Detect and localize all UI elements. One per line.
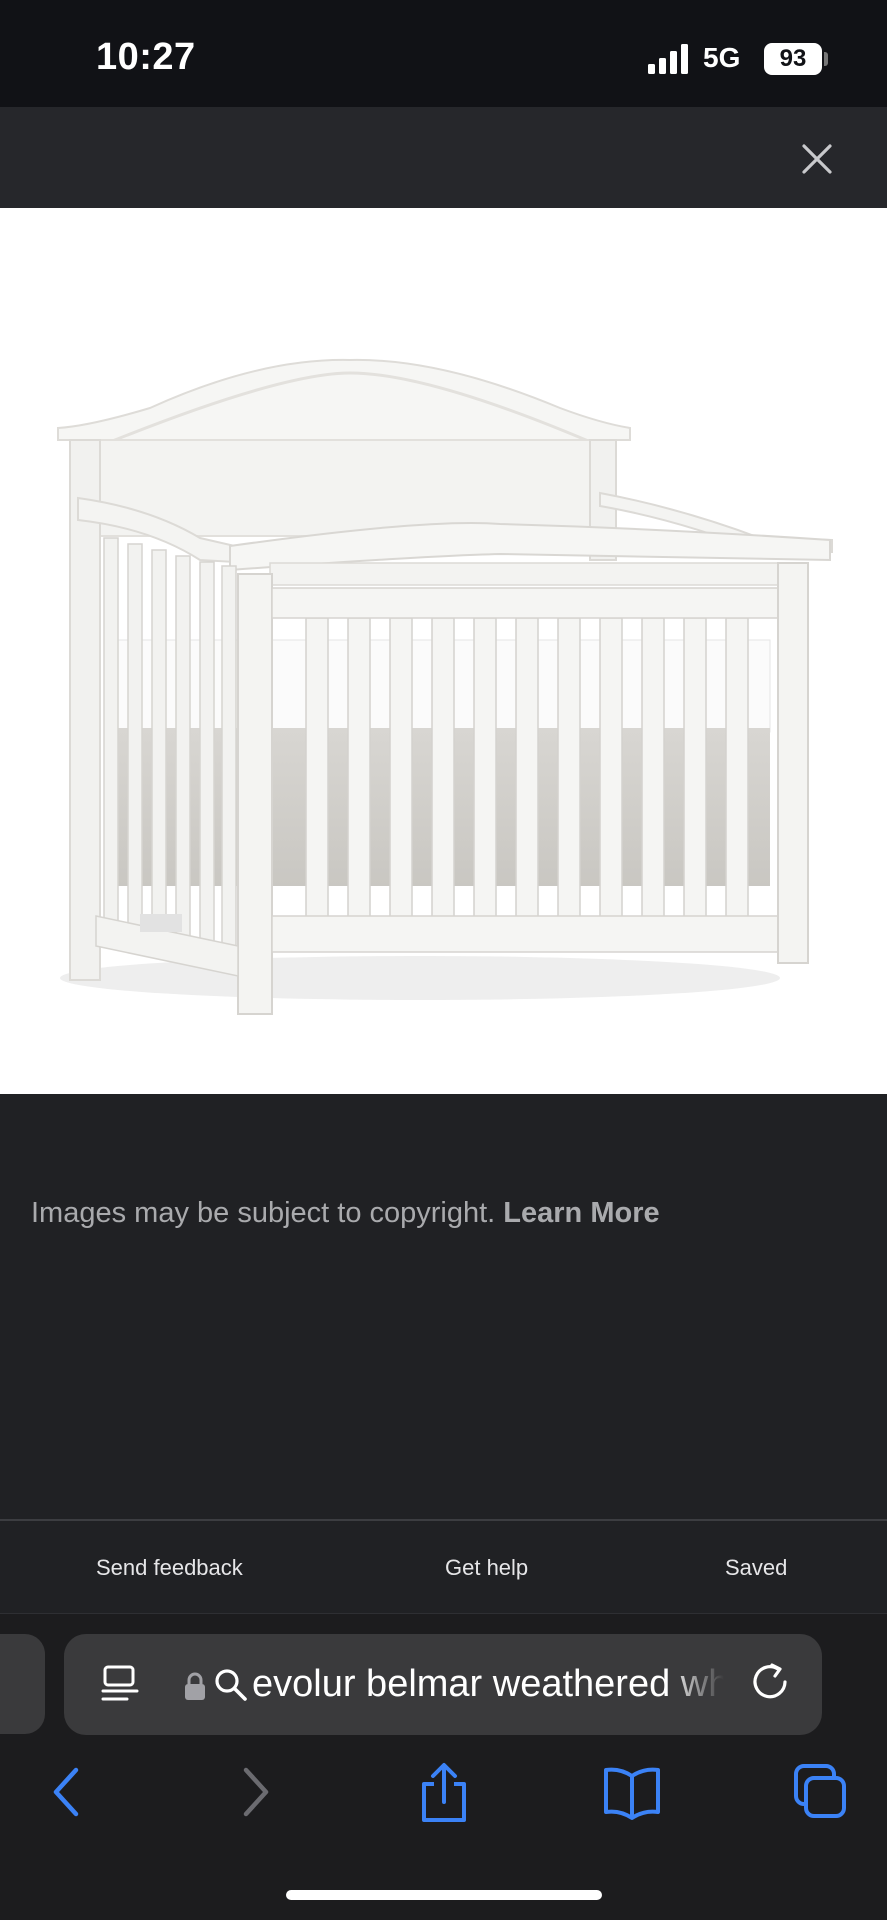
battery-tip [824,52,828,66]
saved-link[interactable]: Saved [725,1555,787,1581]
url-search-text[interactable]: evolur belmar weathered white crib [252,1660,724,1708]
close-icon [802,144,832,174]
reload-icon[interactable] [748,1660,792,1704]
close-button[interactable] [784,126,850,192]
image-preview[interactable] [0,208,887,1094]
network-type: 5G [703,42,741,73]
search-icon [215,1669,247,1701]
cellular-signal-icon [648,44,688,74]
back-icon[interactable] [46,1762,86,1822]
home-indicator[interactable] [286,1890,602,1900]
crib-image [57,358,833,1015]
lock-icon [185,1672,205,1700]
previous-tab-preview[interactable] [0,1634,45,1734]
battery-indicator: 93 [764,43,822,75]
get-help-link[interactable]: Get help [445,1555,528,1581]
share-icon[interactable] [414,1762,474,1826]
forward-icon[interactable] [236,1762,276,1822]
learn-more-link[interactable]: Learn More [503,1197,659,1229]
send-feedback-link[interactable]: Send feedback [96,1555,243,1581]
tabs-icon[interactable] [790,1762,850,1822]
bookmarks-icon[interactable] [600,1762,664,1822]
copyright-text: Images may be subject to copyright. [31,1197,496,1229]
copyright-notice: Images may be subject to copyright. Lear… [31,1197,660,1230]
image-viewer-header [0,107,887,208]
status-time: 10:27 [96,36,196,78]
page-menu-icon[interactable] [100,1664,140,1704]
footer-divider [0,1519,887,1521]
